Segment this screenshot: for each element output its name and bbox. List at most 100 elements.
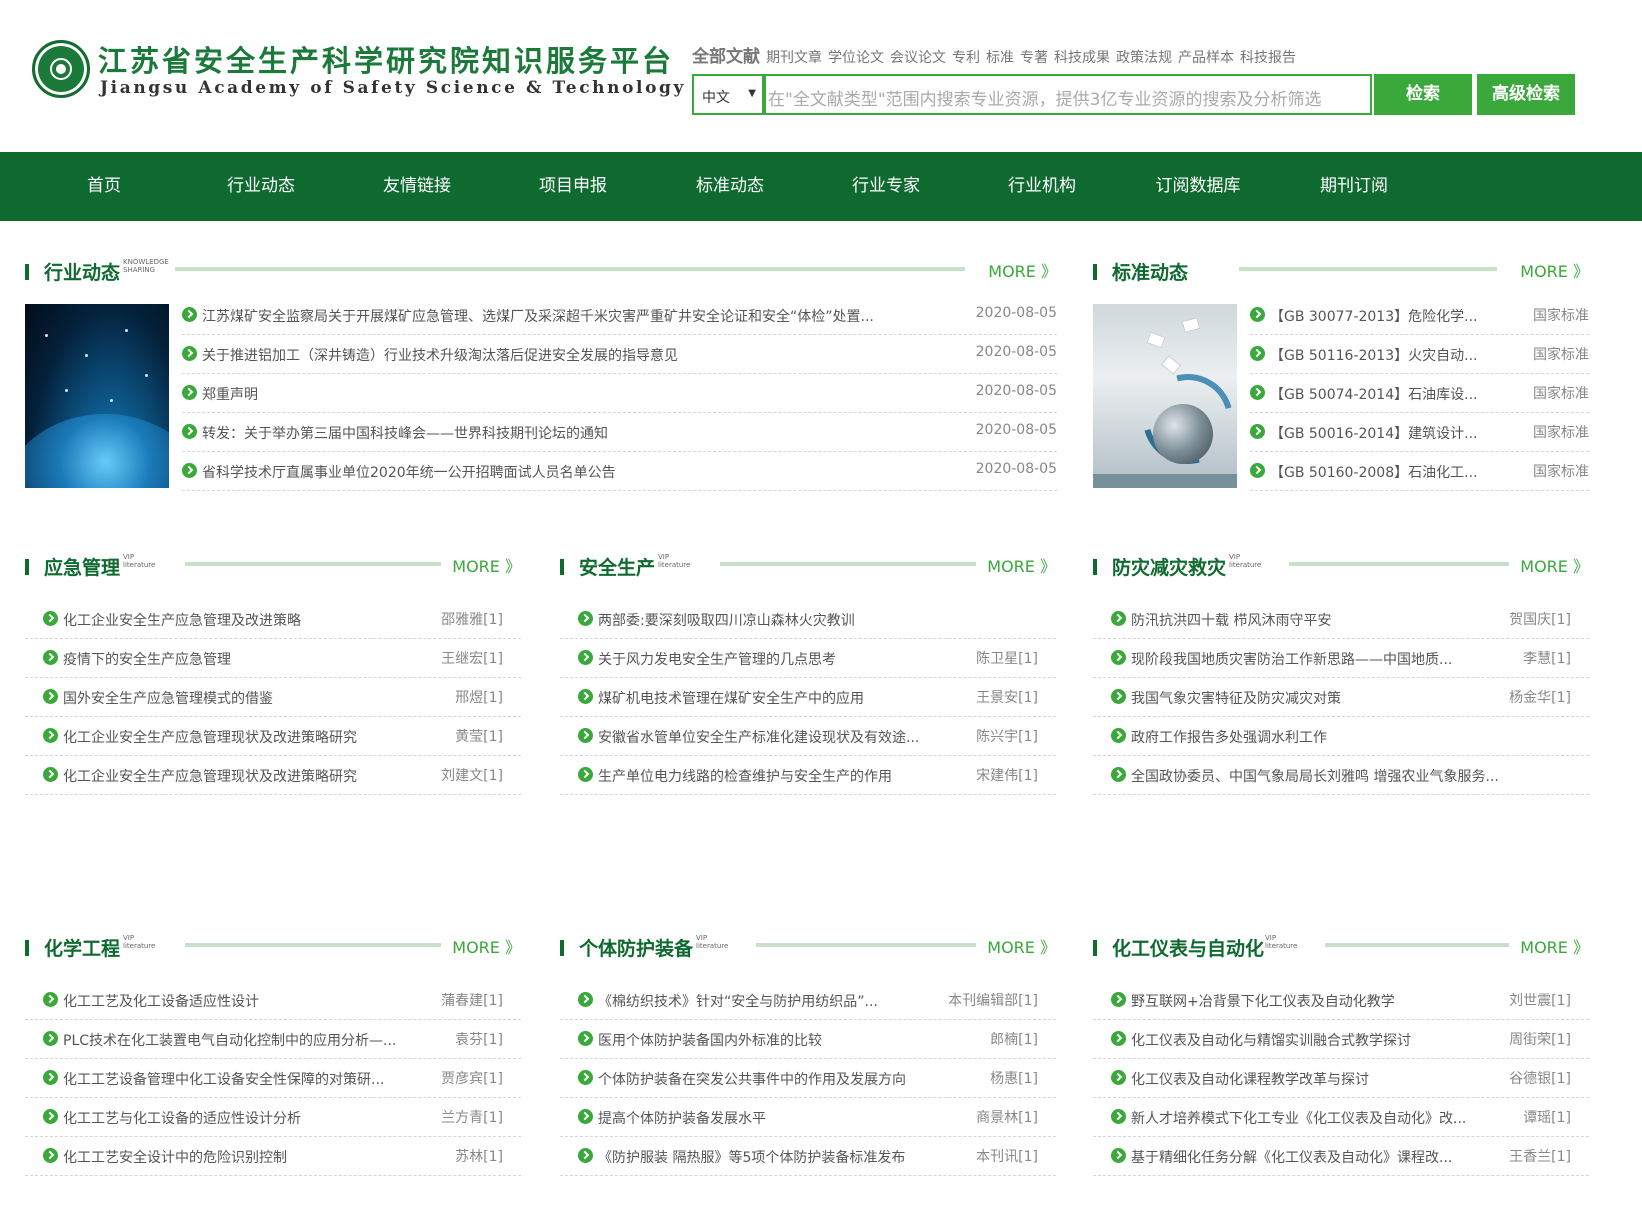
- more-link[interactable]: MORE 》: [988, 258, 1057, 282]
- item-title[interactable]: 【GB 50016-2014】建筑设计...: [1270, 423, 1510, 443]
- list-item[interactable]: 全国政协委员、中国气象局局长刘雅鸣 增强农业气象服务...: [1093, 756, 1589, 795]
- item-title[interactable]: 化工企业安全生产应急管理及改进策略: [63, 610, 423, 630]
- list-item[interactable]: 【GB 50016-2014】建筑设计... 国家标准: [1250, 413, 1589, 452]
- list-item[interactable]: 【GB 50116-2013】火灾自动... 国家标准: [1250, 335, 1589, 374]
- item-title[interactable]: 国外安全生产应急管理模式的借鉴: [63, 688, 423, 708]
- list-item[interactable]: 新人才培养模式下化工专业《化工仪表及自动化》改... 谭瑶[1]: [1093, 1098, 1589, 1137]
- item-title[interactable]: 我国气象灾害特征及防灾减灾对策: [1131, 688, 1511, 708]
- item-author[interactable]: 本刊编辑部[1]: [948, 990, 1038, 1010]
- list-item[interactable]: 郑重声明 2020-08-05: [182, 374, 1057, 413]
- list-item[interactable]: 【GB 50160-2008】石油化工... 国家标准: [1250, 452, 1589, 491]
- search-type-thesis[interactable]: 学位论文: [828, 50, 884, 66]
- item-author[interactable]: 贺国庆[1]: [1509, 609, 1571, 629]
- nav-item-home[interactable]: 首页: [39, 152, 169, 221]
- item-author[interactable]: 杨惠[1]: [990, 1068, 1038, 1088]
- item-author[interactable]: 王香兰[1]: [1509, 1146, 1571, 1166]
- list-item[interactable]: 化工企业安全生产应急管理现状及改进策略研究 黄莹[1]: [25, 717, 521, 756]
- more-link[interactable]: MORE 》: [987, 553, 1056, 577]
- item-title[interactable]: 化工工艺安全设计中的危险识别控制: [63, 1147, 423, 1167]
- item-title[interactable]: 基于精细化任务分解《化工仪表及自动化》课程改...: [1131, 1147, 1491, 1167]
- list-item[interactable]: 政府工作报告多处强调水利工作: [1093, 717, 1589, 756]
- nav-item-experts[interactable]: 行业专家: [821, 152, 951, 221]
- item-author[interactable]: 邵雅雅[1]: [441, 609, 503, 629]
- list-item[interactable]: 两部委:要深刻吸取四川凉山森林火灾教训: [560, 600, 1056, 639]
- more-link[interactable]: MORE 》: [1520, 934, 1589, 958]
- item-title[interactable]: 化工工艺设备管理中化工设备安全性保障的对策研...: [63, 1069, 423, 1089]
- search-type-standard[interactable]: 标准: [986, 50, 1014, 66]
- list-item[interactable]: 转发：关于举办第三届中国科技峰会——世界科技期刊论坛的通知 2020-08-05: [182, 413, 1057, 452]
- search-button[interactable]: 检索: [1374, 74, 1472, 115]
- nav-item-subscribe-db[interactable]: 订阅数据库: [1133, 152, 1263, 221]
- list-item[interactable]: 化工工艺设备管理中化工设备安全性保障的对策研... 贾彦宾[1]: [25, 1059, 521, 1098]
- item-author[interactable]: 刘建文[1]: [441, 765, 503, 785]
- nav-item-projects[interactable]: 项目申报: [508, 152, 638, 221]
- industry-news-image[interactable]: [25, 304, 169, 488]
- item-title[interactable]: 【GB 50074-2014】石油库设...: [1270, 384, 1510, 404]
- nav-item-industry-news[interactable]: 行业动态: [196, 152, 326, 221]
- nav-item-standards[interactable]: 标准动态: [665, 152, 795, 221]
- item-author[interactable]: 本刊讯[1]: [976, 1146, 1038, 1166]
- list-item[interactable]: 化工仪表及自动化课程教学改革与探讨 谷德银[1]: [1093, 1059, 1589, 1098]
- standards-image[interactable]: [1093, 304, 1237, 488]
- list-item[interactable]: 煤矿机电技术管理在煤矿安全生产中的应用 王景安[1]: [560, 678, 1056, 717]
- item-author[interactable]: 蒲春建[1]: [441, 990, 503, 1010]
- list-item[interactable]: 化工仪表及自动化与精馏实训融合式教学探讨 周街荣[1]: [1093, 1020, 1589, 1059]
- item-title[interactable]: 省科学技术厅直属事业单位2020年统一公开招聘面试人员名单公告: [202, 462, 962, 482]
- more-link[interactable]: MORE 》: [1520, 258, 1589, 282]
- item-title[interactable]: 《棉纺织技术》针对“安全与防护用纺织品”...: [598, 991, 938, 1011]
- item-title[interactable]: 化工仪表及自动化与精馏实训融合式教学探讨: [1131, 1030, 1491, 1050]
- item-author[interactable]: 李慧[1]: [1523, 648, 1571, 668]
- list-item[interactable]: 江苏煤矿安全监察局关于开展煤矿应急管理、选煤厂及采深超千米灾害严重矿井安全论证和…: [182, 296, 1057, 335]
- item-author[interactable]: 宋建伟[1]: [976, 765, 1038, 785]
- search-type-report[interactable]: 科技报告: [1240, 50, 1296, 66]
- item-title[interactable]: 防汛抗洪四十载 栉风沐雨守平安: [1131, 610, 1511, 630]
- item-author[interactable]: 周街荣[1]: [1509, 1029, 1571, 1049]
- item-title[interactable]: 政府工作报告多处强调水利工作: [1131, 727, 1511, 747]
- item-title[interactable]: 化工企业安全生产应急管理现状及改进策略研究: [63, 727, 423, 747]
- search-type-sample[interactable]: 产品样本: [1178, 50, 1234, 66]
- item-title[interactable]: 转发：关于举办第三届中国科技峰会——世界科技期刊论坛的通知: [202, 423, 962, 443]
- list-item[interactable]: 【GB 30077-2013】危险化学... 国家标准: [1250, 296, 1589, 335]
- item-title[interactable]: 化工仪表及自动化课程教学改革与探讨: [1131, 1069, 1491, 1089]
- item-author[interactable]: 苏林[1]: [455, 1146, 503, 1166]
- list-item[interactable]: 关于风力发电安全生产管理的几点思考 陈卫星[1]: [560, 639, 1056, 678]
- item-title[interactable]: 化工企业安全生产应急管理现状及改进策略研究: [63, 766, 423, 786]
- item-title[interactable]: 江苏煤矿安全监察局关于开展煤矿应急管理、选煤厂及采深超千米灾害严重矿井安全论证和…: [202, 306, 962, 326]
- list-item[interactable]: 现阶段我国地质灾害防治工作新思路——中国地质... 李慧[1]: [1093, 639, 1589, 678]
- item-title[interactable]: 关于推进铝加工（深井铸造）行业技术升级淘汰落后促进安全发展的指导意见: [202, 345, 962, 365]
- list-item[interactable]: 化工工艺与化工设备的适应性设计分析 兰方青[1]: [25, 1098, 521, 1137]
- item-author[interactable]: 郎楠[1]: [990, 1029, 1038, 1049]
- list-item[interactable]: 野互联网+冶背景下化工仪表及自动化教学 刘世震[1]: [1093, 981, 1589, 1020]
- item-title[interactable]: 新人才培养模式下化工专业《化工仪表及自动化》改...: [1131, 1108, 1503, 1128]
- advanced-search-button[interactable]: 高级检索: [1477, 74, 1575, 115]
- nav-item-links[interactable]: 友情链接: [352, 152, 482, 221]
- list-item[interactable]: 关于推进铝加工（深井铸造）行业技术升级淘汰落后促进安全发展的指导意见 2020-0…: [182, 335, 1057, 374]
- list-item[interactable]: 生产单位电力线路的检查维护与安全生产的作用 宋建伟[1]: [560, 756, 1056, 795]
- item-title[interactable]: 【GB 30077-2013】危险化学...: [1270, 306, 1510, 326]
- item-author[interactable]: 商景林[1]: [976, 1107, 1038, 1127]
- item-author[interactable]: 王景安[1]: [976, 687, 1038, 707]
- list-item[interactable]: 我国气象灾害特征及防灾减灾对策 杨金华[1]: [1093, 678, 1589, 717]
- item-author[interactable]: 袁芬[1]: [455, 1029, 503, 1049]
- list-item[interactable]: PLC技术在化工装置电气自动化控制中的应用分析—... 袁芬[1]: [25, 1020, 521, 1059]
- list-item[interactable]: 《防护服装 隔热服》等5项个体防护装备标准发布 本刊讯[1]: [560, 1137, 1056, 1176]
- item-title[interactable]: 两部委:要深刻吸取四川凉山森林火灾教训: [598, 610, 958, 630]
- search-type-journal[interactable]: 期刊文章: [766, 50, 822, 66]
- item-author[interactable]: 陈卫星[1]: [976, 648, 1038, 668]
- more-link[interactable]: MORE 》: [987, 934, 1056, 958]
- logo-seal-icon[interactable]: [32, 40, 90, 98]
- list-item[interactable]: 化工企业安全生产应急管理现状及改进策略研究 刘建文[1]: [25, 756, 521, 795]
- search-input[interactable]: 在"全文献类型"范围内搜索专业资源，提供3亿专业资源的搜索及分析筛选: [764, 74, 1372, 115]
- list-item[interactable]: 疫情下的安全生产应急管理 王继宏[1]: [25, 639, 521, 678]
- item-title[interactable]: PLC技术在化工装置电气自动化控制中的应用分析—...: [63, 1030, 423, 1050]
- item-author[interactable]: 邢煜[1]: [455, 687, 503, 707]
- item-author[interactable]: 刘世震[1]: [1509, 990, 1571, 1010]
- item-title[interactable]: 化工工艺与化工设备的适应性设计分析: [63, 1108, 423, 1128]
- item-title[interactable]: 【GB 50160-2008】石油化工...: [1270, 462, 1510, 482]
- item-author[interactable]: 王继宏[1]: [441, 648, 503, 668]
- search-type-achievement[interactable]: 科技成果: [1054, 50, 1110, 66]
- item-title[interactable]: 生产单位电力线路的检查维护与安全生产的作用: [598, 766, 958, 786]
- more-link[interactable]: MORE 》: [452, 553, 521, 577]
- list-item[interactable]: 个体防护装备在突发公共事件中的作用及发展方向 杨惠[1]: [560, 1059, 1056, 1098]
- more-link[interactable]: MORE 》: [1520, 553, 1589, 577]
